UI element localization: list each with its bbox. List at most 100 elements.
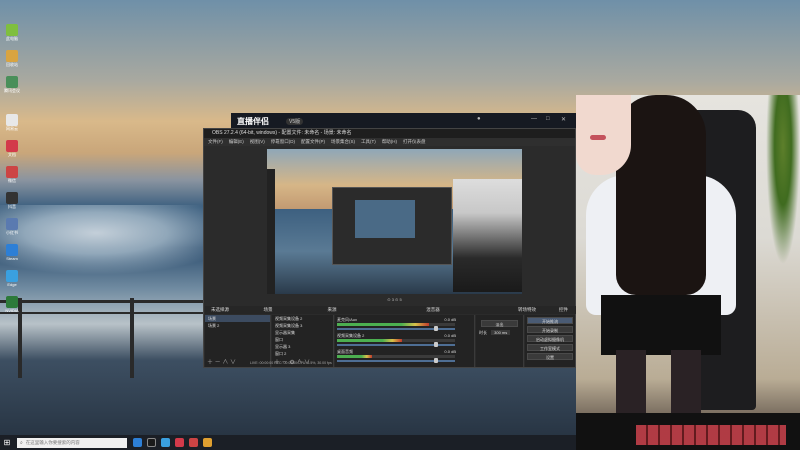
- desktop-icon[interactable]: 网易云: [2, 114, 22, 138]
- mixer-channel-db: 0.0 dB: [444, 317, 456, 322]
- studio-mode-button[interactable]: 工作室模式: [527, 344, 573, 351]
- duration-input[interactable]: 300 ms: [491, 330, 511, 335]
- desktop-icon[interactable]: 腾讯会议: [2, 76, 22, 100]
- desktop-icon-label: NVIDIA: [5, 308, 19, 313]
- desktop-icon-label: 抖音: [8, 204, 16, 209]
- minimize-icon[interactable]: —: [531, 116, 537, 122]
- meter-fill: [337, 355, 373, 358]
- sources-header: 来源: [327, 307, 337, 312]
- app-icon: [6, 114, 18, 126]
- app-icon: [6, 296, 18, 308]
- menu-scene-collection[interactable]: 场景集合(S): [331, 138, 355, 146]
- desktop-icon[interactable]: 文档: [2, 140, 22, 164]
- preview-controls[interactable]: ⊙ 3 ⊙ 5: [267, 296, 522, 304]
- virtual-camera-button[interactable]: 启动虚拟摄像机: [527, 335, 573, 342]
- desktop-icon-label: 腾讯会议: [4, 88, 20, 93]
- desktop-icon-label: Steam: [6, 256, 18, 261]
- source-item[interactable]: 显示器 3: [272, 343, 333, 350]
- source-item[interactable]: 窗口: [272, 336, 333, 343]
- source-item[interactable]: 视频采集设备 3: [272, 322, 333, 329]
- steam-taskbar-icon[interactable]: [161, 438, 170, 447]
- desktop-icon[interactable]: 抖音: [2, 192, 22, 216]
- folder-taskbar-icon[interactable]: [203, 438, 212, 447]
- background-plant: [766, 95, 800, 265]
- wallpaper-railing: [0, 300, 230, 303]
- start-button[interactable]: ⊞: [0, 435, 14, 450]
- app-icon: [6, 140, 18, 152]
- desktop-icon[interactable]: 微信: [2, 166, 22, 190]
- search-icon: ⌕: [20, 439, 23, 446]
- scenes-header: 场景: [263, 307, 273, 312]
- start-recording-button[interactable]: 开始录制: [527, 326, 573, 333]
- duration-label: 时长: [479, 330, 487, 335]
- obs-window[interactable]: OBS 27.2.4 (64-bit, windows) - 配置文件: 未命名…: [203, 128, 576, 368]
- scene-item[interactable]: 场景 2: [205, 322, 270, 329]
- menu-dashboard[interactable]: 打开仪表盘: [403, 138, 426, 146]
- obs-titlebar[interactable]: OBS 27.2.4 (64-bit, windows) - 配置文件: 未命名…: [204, 129, 575, 138]
- avatar-icon[interactable]: ●: [477, 116, 481, 122]
- desktop-icon-label: Edge: [7, 282, 17, 287]
- obs-taskbar-icon[interactable]: [147, 438, 156, 447]
- meter-fill: [337, 339, 402, 342]
- taskbar-app-icons: [133, 438, 212, 447]
- menu-view[interactable]: 视图(V): [250, 138, 265, 146]
- desktop-icon-label: 回收站: [6, 62, 18, 67]
- wallpaper-railing-lower: [0, 312, 230, 314]
- menu-tools[interactable]: 工具(T): [361, 138, 376, 146]
- settings-button[interactable]: 设置: [527, 353, 573, 360]
- preview-taskbar-strip: [267, 169, 275, 294]
- person-lips: [590, 135, 606, 140]
- menu-file[interactable]: 文件(F): [208, 138, 223, 146]
- controls-header: 控件: [559, 307, 568, 312]
- controls-dock: 开始推流 开始录制 启动虚拟摄像机 工作室模式 设置: [525, 315, 575, 367]
- person-skirt: [601, 295, 721, 355]
- transition-select[interactable]: 淡出: [481, 320, 518, 327]
- maximize-icon[interactable]: □: [546, 116, 550, 122]
- app-taskbar-icon[interactable]: [189, 438, 198, 447]
- volume-slider-knob[interactable]: [433, 342, 438, 347]
- scene-item[interactable]: 场景: [205, 315, 270, 322]
- app-icon: [6, 218, 18, 230]
- menu-profile[interactable]: 配置文件(P): [301, 138, 325, 146]
- windows-taskbar: ⊞ ⌕: [0, 435, 576, 450]
- desktop-icon-label: 文档: [8, 152, 16, 157]
- volume-slider-knob[interactable]: [433, 358, 438, 363]
- close-icon[interactable]: ✕: [561, 116, 566, 123]
- start-streaming-button[interactable]: 开始推流: [527, 317, 573, 324]
- search-input[interactable]: [25, 440, 121, 445]
- app-icon: [6, 24, 18, 36]
- desktop-icon-label: 微信: [8, 178, 16, 183]
- desktop-icon-column: 此电脑 回收站 腾讯会议 网易云 文档 微信 抖音 小红书 Steam Edge…: [2, 24, 22, 322]
- menu-edit[interactable]: 编辑(E): [229, 138, 244, 146]
- desktop-icon[interactable]: 小红书: [2, 218, 22, 242]
- keyboard-keys: [636, 425, 786, 445]
- task-view-icon[interactable]: [133, 438, 142, 447]
- desktop-icon[interactable]: 此电脑: [2, 24, 22, 48]
- app-taskbar-icon[interactable]: [175, 438, 184, 447]
- desktop-icon-label: 小红书: [6, 230, 18, 235]
- source-item[interactable]: 窗口 2: [272, 350, 333, 357]
- wallpaper-post: [130, 298, 134, 378]
- taskbar-search[interactable]: ⌕: [17, 437, 127, 448]
- menu-help[interactable]: 帮助(H): [382, 138, 397, 146]
- desktop-icon[interactable]: NVIDIA: [2, 296, 22, 320]
- version-badge: V5版: [286, 118, 304, 125]
- app-icon: [6, 192, 18, 204]
- desktop-icon[interactable]: 回收站: [2, 50, 22, 74]
- desktop-icon[interactable]: Steam: [2, 244, 22, 268]
- meter-fill: [337, 323, 430, 326]
- desktop-icon[interactable]: Edge: [2, 270, 22, 294]
- scene-controls[interactable]: ＋ － ∧ ∨: [207, 357, 236, 366]
- mixer-channel: 麦克风/Aux 0.0 dB: [335, 317, 474, 333]
- obs-status-bar: LIVE: 00:00:00 REC: 00:00:00 CPU: 3.5%, …: [250, 361, 332, 365]
- transitions-header: 转场特效: [518, 307, 536, 312]
- volume-slider-knob[interactable]: [433, 326, 438, 331]
- app-logo: 直播伴侣: [237, 117, 269, 126]
- source-item[interactable]: 显示器采集: [272, 329, 333, 336]
- obs-title-text: OBS 27.2.4 (64-bit, windows) - 配置文件: 未命名…: [212, 130, 352, 136]
- app-icon: [6, 76, 18, 88]
- source-item[interactable]: 视频采集设备 2: [272, 315, 333, 322]
- preview-webcam-source: [453, 179, 522, 292]
- obs-preview-canvas[interactable]: [267, 149, 522, 294]
- menu-docks[interactable]: 停靠窗口(D): [271, 138, 295, 146]
